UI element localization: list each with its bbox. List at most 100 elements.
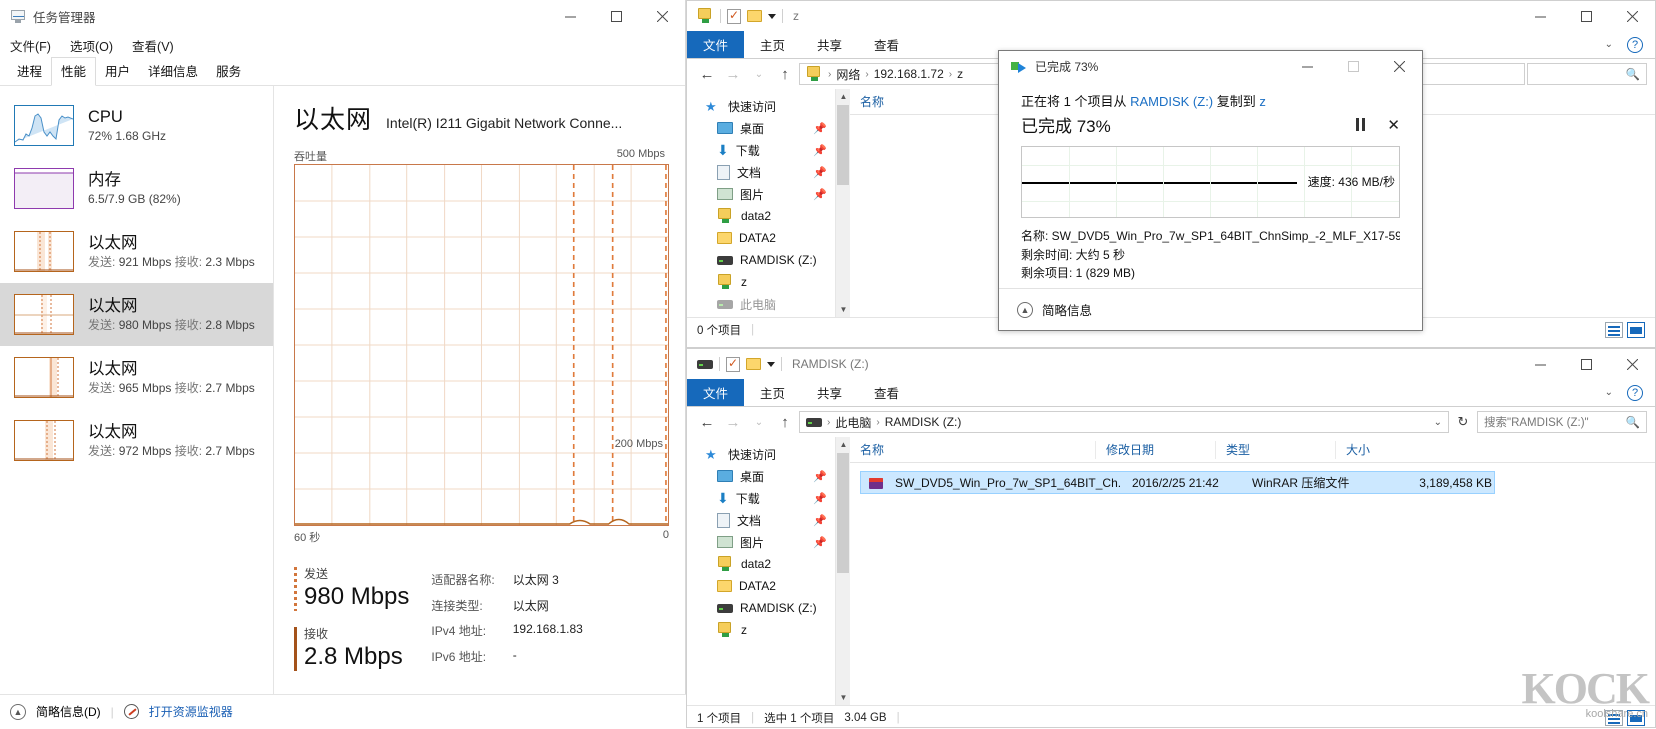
forward-button[interactable]: →: [721, 63, 745, 85]
minimize-button[interactable]: [1517, 0, 1563, 32]
nav-item-DATA2[interactable]: DATA2: [687, 227, 835, 249]
search-input[interactable]: 🔍: [1527, 63, 1647, 85]
help-icon[interactable]: ?: [1627, 384, 1643, 401]
column-type[interactable]: 类型: [1215, 440, 1335, 459]
search-input[interactable]: 搜索"RAMDISK (Z:)" 🔍: [1477, 411, 1647, 433]
properties-icon[interactable]: [726, 356, 740, 372]
table-row[interactable]: SW_DVD5_Win_Pro_7w_SP1_64BIT_Ch... 2016/…: [860, 471, 1495, 494]
copy-source[interactable]: RAMDISK (Z:): [1130, 94, 1213, 109]
large-icons-view-button[interactable]: [1627, 709, 1645, 726]
scroll-up-icon[interactable]: ▲: [836, 437, 851, 452]
column-date-modified[interactable]: 修改日期: [1095, 440, 1215, 459]
tab-services[interactable]: 服务: [207, 58, 250, 85]
recent-locations-button[interactable]: ⌄: [747, 63, 771, 85]
tab-users[interactable]: 用户: [96, 58, 139, 85]
close-button[interactable]: [1609, 0, 1655, 32]
details-view-button[interactable]: [1605, 321, 1623, 338]
details-view-button[interactable]: [1605, 709, 1623, 726]
scrollbar-thumb[interactable]: [837, 105, 849, 185]
nav-item-quick-access[interactable]: ★ 快速访问: [687, 95, 835, 117]
chevron-down-icon[interactable]: [768, 13, 776, 19]
nav-item-z[interactable]: z: [687, 271, 835, 293]
maximize-button[interactable]: [593, 0, 639, 32]
sidebar-item-memory[interactable]: 内存 6.5/7.9 GB (82%): [0, 157, 273, 220]
new-folder-icon[interactable]: [746, 358, 761, 370]
back-button[interactable]: ←: [695, 63, 719, 85]
scroll-down-icon[interactable]: ▼: [836, 690, 851, 705]
nav-item-quick-access[interactable]: ★ 快速访问: [687, 443, 835, 465]
close-button[interactable]: [1609, 348, 1655, 380]
nav-item-data2-net[interactable]: data2: [687, 553, 835, 575]
chevron-up-icon[interactable]: ▲: [10, 703, 26, 720]
minimize-button[interactable]: [547, 0, 593, 32]
nav-item-desktop[interactable]: 桌面 📌: [687, 465, 835, 487]
chevron-down-icon[interactable]: ⌄: [1434, 417, 1442, 428]
pause-icon[interactable]: [1356, 118, 1366, 131]
maximize-button[interactable]: [1563, 0, 1609, 32]
tab-performance[interactable]: 性能: [51, 57, 97, 86]
copy-destination[interactable]: z: [1259, 94, 1266, 109]
up-button[interactable]: ↑: [773, 411, 797, 433]
fewer-details-button[interactable]: 简略信息: [1042, 300, 1092, 319]
tab-share[interactable]: 共享: [801, 31, 858, 58]
maximize-button[interactable]: [1330, 50, 1376, 82]
chevron-up-icon[interactable]: ▲: [1017, 301, 1033, 318]
close-button[interactable]: [1376, 50, 1422, 82]
nav-item-downloads[interactable]: ⬇ 下载 📌: [687, 139, 835, 161]
nav-pane-scrollbar[interactable]: ▲ ▼: [835, 89, 850, 317]
chevron-down-icon[interactable]: ⌄: [1605, 387, 1613, 398]
sidebar-item-ethernet-3[interactable]: 以太网 发送: 965 Mbps 接收: 2.7 Mbps: [0, 346, 273, 409]
tab-file[interactable]: 文件: [687, 31, 745, 58]
minimize-button[interactable]: [1517, 348, 1563, 380]
breadcrumb-item-this-pc[interactable]: 此电脑: [835, 414, 871, 431]
refresh-button[interactable]: ↻: [1451, 411, 1475, 433]
sidebar-item-ethernet-1[interactable]: 以太网 发送: 921 Mbps 接收: 2.3 Mbps: [0, 220, 273, 283]
nav-item-DATA2[interactable]: DATA2: [687, 575, 835, 597]
nav-item-documents[interactable]: 文档 📌: [687, 509, 835, 531]
nav-item-data2-net[interactable]: data2: [687, 205, 835, 227]
tab-view[interactable]: 查看: [858, 31, 915, 58]
back-button[interactable]: ←: [695, 411, 719, 433]
breadcrumb-item-share[interactable]: z: [957, 67, 963, 81]
up-button[interactable]: ↑: [773, 63, 797, 85]
fewer-details-button[interactable]: 简略信息(D): [36, 703, 101, 720]
nav-item-documents[interactable]: 文档 📌: [687, 161, 835, 183]
tab-details[interactable]: 详细信息: [139, 58, 207, 85]
chevron-down-icon[interactable]: ⌄: [1605, 39, 1613, 50]
resource-monitor-icon[interactable]: [123, 704, 139, 719]
new-folder-icon[interactable]: [747, 10, 762, 22]
menu-view[interactable]: 查看(V): [132, 36, 174, 55]
tab-home[interactable]: 主页: [744, 379, 801, 406]
breadcrumb[interactable]: › 此电脑 › RAMDISK (Z:) ⌄: [799, 411, 1449, 433]
sidebar-item-cpu[interactable]: CPU 72% 1.68 GHz: [0, 94, 273, 157]
scrollbar-thumb[interactable]: [837, 453, 849, 573]
properties-icon[interactable]: [727, 8, 741, 24]
forward-button[interactable]: →: [721, 411, 745, 433]
minimize-button[interactable]: [1284, 50, 1330, 82]
tab-share[interactable]: 共享: [801, 379, 858, 406]
sidebar-item-ethernet-2[interactable]: 以太网 发送: 980 Mbps 接收: 2.8 Mbps: [0, 283, 273, 346]
scroll-down-icon[interactable]: ▼: [836, 302, 851, 317]
menu-file[interactable]: 文件(F): [10, 36, 51, 55]
nav-item-this-pc[interactable]: 此电脑: [687, 293, 835, 315]
help-icon[interactable]: ?: [1627, 36, 1643, 53]
open-resource-monitor-link[interactable]: 打开资源监视器: [149, 703, 233, 720]
maximize-button[interactable]: [1563, 348, 1609, 380]
tab-view[interactable]: 查看: [858, 379, 915, 406]
large-icons-view-button[interactable]: [1627, 321, 1645, 338]
nav-pane-scrollbar[interactable]: ▲ ▼: [835, 437, 850, 705]
nav-item-desktop[interactable]: 桌面 📌: [687, 117, 835, 139]
nav-item-pictures[interactable]: 图片 📌: [687, 531, 835, 553]
nav-item-ramdisk[interactable]: RAMDISK (Z:): [687, 597, 835, 619]
nav-item-ramdisk[interactable]: RAMDISK (Z:): [687, 249, 835, 271]
tab-processes[interactable]: 进程: [8, 58, 51, 85]
nav-item-pictures[interactable]: 图片 📌: [687, 183, 835, 205]
column-size[interactable]: 大小: [1335, 440, 1475, 459]
breadcrumb-item-ramdisk[interactable]: RAMDISK (Z:): [885, 415, 962, 429]
chevron-down-icon[interactable]: [767, 361, 775, 367]
breadcrumb-item-host[interactable]: 192.168.1.72: [874, 67, 944, 81]
column-name[interactable]: 名称: [850, 441, 1095, 459]
nav-item-z[interactable]: z: [687, 619, 835, 641]
close-button[interactable]: [639, 0, 685, 32]
scroll-up-icon[interactable]: ▲: [836, 89, 851, 104]
